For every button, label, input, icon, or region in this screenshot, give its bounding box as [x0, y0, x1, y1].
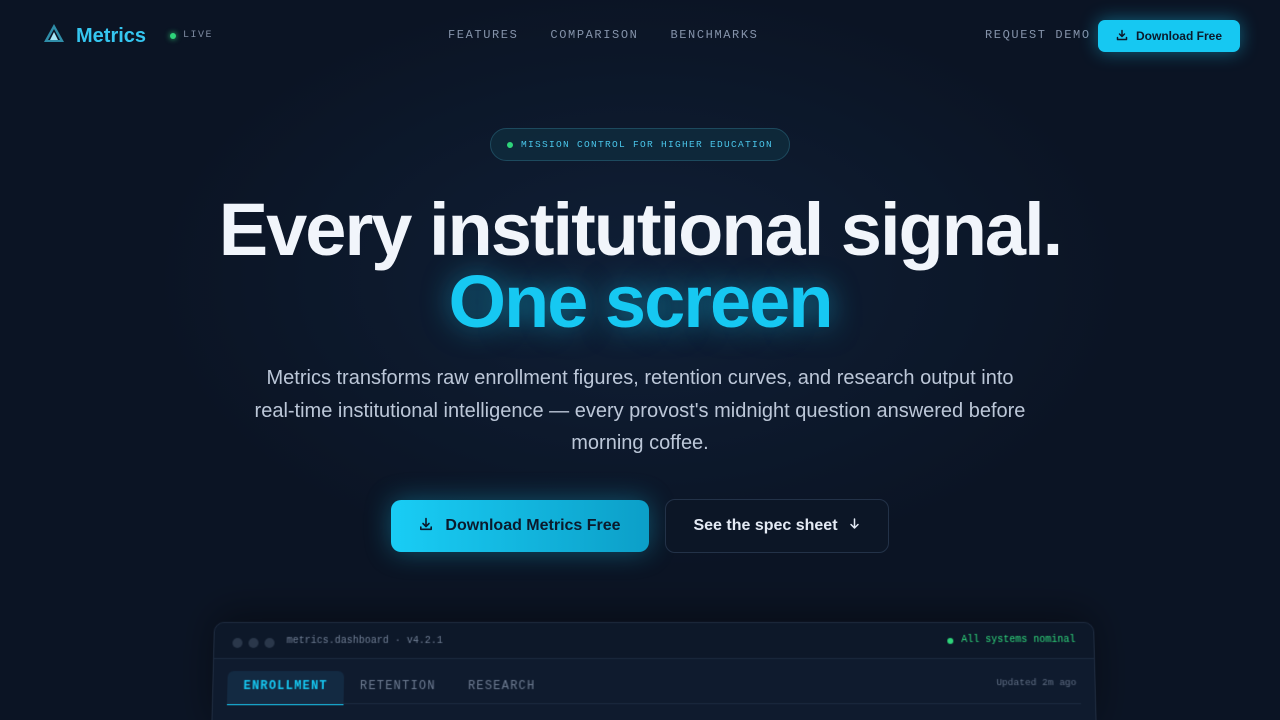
logo-text: Metrics — [76, 25, 147, 47]
spec-sheet-label: See the spec sheet — [693, 517, 838, 534]
live-label: LIVE — [183, 30, 214, 41]
tab-research[interactable]: RESEARCH — [452, 671, 552, 705]
dashboard-window-title: metrics.dashboard · v4.2.1 — [286, 635, 443, 647]
download-icon — [419, 517, 433, 536]
live-dot-icon — [170, 32, 176, 39]
logo-icon — [42, 22, 66, 51]
window-controls — [232, 637, 275, 648]
tab-enrollment[interactable]: ENROLLMENT — [226, 671, 345, 706]
hero-headline: Every institutional signal. — [218, 188, 1063, 271]
live-indicator: LIVE — [170, 30, 213, 41]
dashboard-updated: Updated 2m ago — [996, 677, 1077, 689]
hero-subtitle: Metrics transforms raw enrollment figure… — [254, 367, 1026, 454]
nav-download-label: Download Free — [1135, 29, 1222, 43]
system-status-text: All systems nominal — [961, 634, 1076, 646]
nav-link-comparison[interactable]: COMPARISON — [550, 28, 638, 42]
dashboard-tabs: ENROLLMENT RETENTION RESEARCH — [226, 671, 552, 706]
badge-dot-icon — [506, 141, 513, 148]
download-icon — [1116, 29, 1128, 44]
request-demo-link[interactable]: REQUEST DEMO — [985, 28, 1091, 42]
spec-sheet-button[interactable]: See the spec sheet — [665, 499, 889, 553]
window-dot-icon — [264, 637, 275, 648]
status-dot-icon — [947, 637, 954, 644]
arrow-down-icon — [848, 517, 861, 535]
nav-download-button[interactable]: Download Free — [1098, 20, 1240, 52]
tab-divider — [226, 703, 1082, 705]
window-dot-icon — [232, 637, 243, 648]
nav-links: FEATURES COMPARISON BENCHMARKS — [448, 28, 758, 42]
top-nav: Metrics LIVE FEATURES COMPARISON BENCHMA… — [0, 0, 1280, 72]
download-metrics-button[interactable]: Download Metrics Free — [391, 500, 649, 552]
download-metrics-label: Download Metrics Free — [445, 517, 621, 534]
badge-text: MISSION CONTROL FOR HIGHER EDUCATION — [520, 139, 774, 150]
mission-badge: MISSION CONTROL FOR HIGHER EDUCATION — [490, 128, 790, 161]
dashboard-preview: metrics.dashboard · v4.2.1 All systems n… — [211, 622, 1097, 720]
hero-headline-accent: One screen — [448, 260, 833, 343]
nav-link-features[interactable]: FEATURES — [448, 28, 518, 42]
tab-retention[interactable]: RETENTION — [344, 671, 453, 705]
dashboard-titlebar: metrics.dashboard · v4.2.1 All systems n… — [214, 622, 1094, 659]
window-dot-icon — [248, 637, 259, 648]
nav-link-benchmarks[interactable]: BENCHMARKS — [670, 28, 758, 42]
system-status: All systems nominal — [947, 634, 1076, 646]
logo[interactable]: Metrics — [42, 22, 146, 51]
